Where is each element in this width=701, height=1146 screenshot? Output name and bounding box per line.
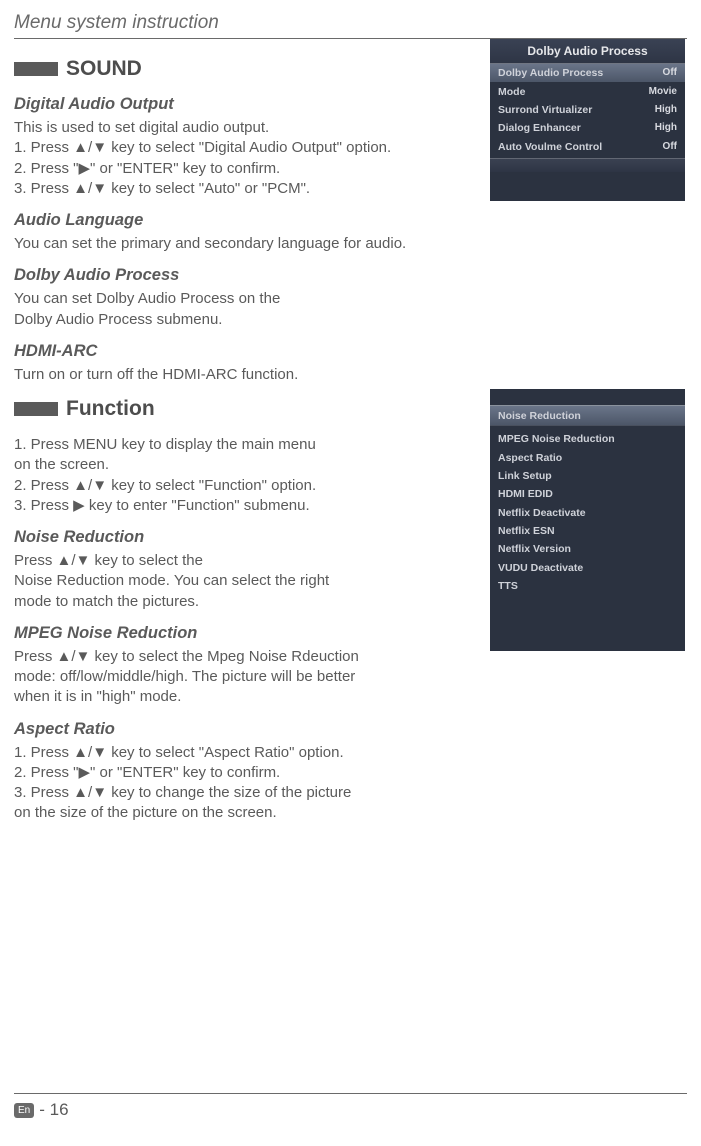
page-footer: En - 16 — [14, 1093, 687, 1120]
func-item-2[interactable]: Aspect Ratio — [490, 448, 685, 466]
function-menu-list: Noise Reduction MPEG Noise Reduction Asp… — [490, 389, 685, 601]
aspect-ratio-heading: Aspect Ratio — [14, 720, 494, 739]
dolby-row-0-label: Dolby Audio Process — [498, 67, 603, 79]
noise-reduction-heading: Noise Reduction — [14, 528, 494, 547]
function-intro: 1. Press MENU key to display the main me… — [14, 435, 494, 516]
page-header: Menu system instruction — [0, 0, 701, 39]
section-title: Function — [66, 397, 155, 421]
function-menu-box: Noise Reduction MPEG Noise Reduction Asp… — [490, 389, 685, 651]
hdmi-arc-body: Turn on or turn off the HDMI-ARC functio… — [14, 365, 494, 385]
content-area: SOUND Digital Audio Output This is used … — [0, 39, 701, 824]
dolby-row-3[interactable]: Dialog Enhancer High — [490, 119, 685, 137]
footer-rule — [14, 1093, 687, 1094]
section-bar-icon — [14, 62, 58, 76]
mpeg-noise-reduction-heading: MPEG Noise Reduction — [14, 624, 494, 643]
mpeg-noise-reduction-body: Press ▲/▼ key to select the Mpeg Noise R… — [14, 647, 494, 708]
func-item-3[interactable]: Link Setup — [490, 467, 685, 485]
digital-audio-output-heading: Digital Audio Output — [14, 95, 494, 114]
dolby-row-4-label: Auto Voulme Control — [498, 141, 602, 153]
function-left-column: 1. Press MENU key to display the main me… — [14, 435, 494, 824]
digital-audio-output-body: This is used to set digital audio output… — [14, 118, 494, 199]
dolby-row-0-value: Off — [663, 67, 677, 79]
dolby-menu-box: Dolby Audio Process Dolby Audio Process … — [490, 39, 685, 201]
func-item-7[interactable]: Netflix Version — [490, 540, 685, 558]
dolby-row-4-value: Off — [663, 141, 677, 153]
func-item-8[interactable]: VUDU Deactivate — [490, 559, 685, 577]
dolby-row-1[interactable]: Mode Movie — [490, 82, 685, 100]
aspect-ratio-body: 1. Press ▲/▼ key to select "Aspect Ratio… — [14, 743, 494, 824]
hdmi-arc-heading: HDMI-ARC — [14, 342, 494, 361]
dolby-row-4[interactable]: Auto Voulme Control Off — [490, 138, 685, 156]
dolby-row-2-value: High — [655, 104, 677, 116]
dolby-row-2-label: Surrond Virtualizer — [498, 104, 592, 116]
sound-left-column: Digital Audio Output This is used to set… — [14, 95, 494, 385]
func-item-4[interactable]: HDMI EDID — [490, 485, 685, 503]
func-item-9[interactable]: TTS — [490, 577, 685, 595]
noise-reduction-body: Press ▲/▼ key to select the Noise Reduct… — [14, 551, 494, 612]
page-number-text: - 16 — [39, 1100, 68, 1120]
language-badge: En — [14, 1103, 34, 1118]
func-item-1[interactable]: MPEG Noise Reduction — [490, 430, 685, 448]
dolby-row-1-label: Mode — [498, 86, 525, 98]
dolby-audio-process-body: You can set Dolby Audio Process on the D… — [14, 289, 494, 330]
func-item-5[interactable]: Netflix Deactivate — [490, 504, 685, 522]
dolby-row-3-label: Dialog Enhancer — [498, 122, 581, 134]
section-bar-icon — [14, 402, 58, 416]
page-number: En - 16 — [14, 1100, 687, 1120]
dolby-row-2[interactable]: Surrond Virtualizer High — [490, 101, 685, 119]
func-item-0[interactable]: Noise Reduction — [490, 405, 685, 426]
dolby-row-0[interactable]: Dolby Audio Process Off — [490, 64, 685, 82]
dolby-row-1-value: Movie — [649, 86, 677, 98]
audio-language-body: You can set the primary and secondary la… — [14, 234, 494, 254]
func-item-6[interactable]: Netflix ESN — [490, 522, 685, 540]
audio-language-heading: Audio Language — [14, 211, 494, 230]
dolby-row-3-value: High — [655, 122, 677, 134]
dolby-menu-title: Dolby Audio Process — [490, 39, 685, 64]
section-title: SOUND — [66, 57, 142, 81]
dolby-audio-process-heading: Dolby Audio Process — [14, 266, 494, 285]
dolby-menu-footer-gap — [490, 158, 685, 172]
page-title: Menu system instruction — [14, 12, 687, 34]
